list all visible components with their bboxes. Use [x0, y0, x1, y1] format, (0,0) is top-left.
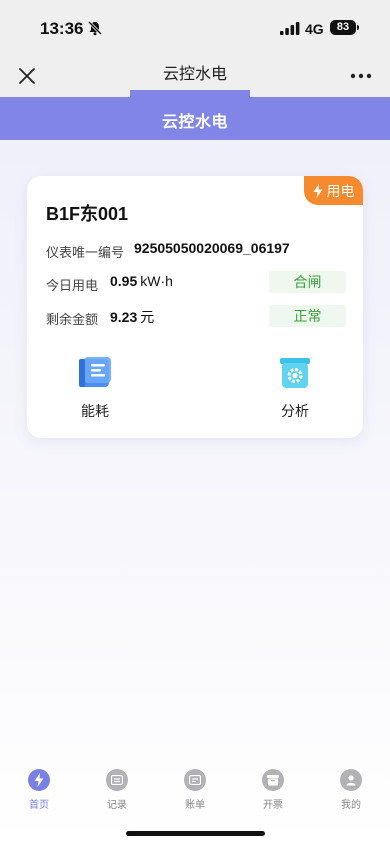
today-usage-number: 0.95 [110, 273, 138, 289]
nav-title: 云控水电 [162, 66, 227, 83]
tab-home-label: 首页 [29, 800, 49, 811]
battery-icon: 83 [330, 20, 356, 35]
tab-bills[interactable]: 账单 [156, 760, 234, 816]
analysis-label: 分析 [281, 403, 309, 419]
bolt-icon [313, 183, 322, 198]
balance-label: 剩余金额 [46, 312, 99, 327]
bill-icon [184, 769, 206, 791]
balance-value: 9.23 元 [110, 307, 154, 327]
app-screen: 13:36 4G 83 云控水电 云控水电 用电 B1F东001 仪表唯一编号 … [0, 0, 390, 845]
meter-card[interactable]: 用电 B1F东001 仪表唯一编号 92505050020069_06197 今… [27, 176, 363, 438]
signal-icon [280, 22, 300, 35]
header-tab-accent [130, 90, 250, 98]
tab-bar: 首页 记录 账单 开票 我的 [0, 760, 390, 816]
switch-status-badge: 合闸 [269, 271, 346, 293]
analysis-button[interactable]: 分析 [255, 356, 335, 420]
status-bar: 13:36 4G 83 [0, 0, 390, 54]
today-usage-unit: kW·h [140, 273, 173, 289]
balance-unit: 元 [140, 309, 155, 325]
type-badge: 用电 [304, 176, 363, 205]
energy-document-icon [79, 357, 111, 387]
today-usage-label: 今日用电 [46, 278, 99, 293]
energy-label: 能耗 [81, 403, 109, 419]
analysis-gear-icon [280, 358, 310, 388]
balance-row: 剩余金额 9.23 元 正常 [46, 305, 346, 327]
type-badge-label: 用电 [326, 182, 355, 199]
today-usage-value: 0.95 kW·h [110, 273, 173, 289]
meter-id-row: 仪表唯一编号 92505050020069_06197 [46, 238, 346, 260]
tab-mine[interactable]: 我的 [312, 760, 390, 816]
user-icon [340, 769, 362, 791]
network-label: 4G [305, 21, 324, 37]
status-time: 13:36 [40, 19, 84, 38]
tab-home[interactable]: 首页 [0, 760, 78, 816]
home-bolt-icon [28, 769, 50, 791]
tab-mine-label: 我的 [341, 800, 361, 811]
more-icon[interactable] [346, 63, 376, 89]
tab-invoice[interactable]: 开票 [234, 760, 312, 816]
balance-number: 9.23 [110, 309, 138, 325]
tab-records[interactable]: 记录 [78, 760, 156, 816]
account-status-badge: 正常 [269, 305, 346, 327]
home-indicator[interactable] [126, 831, 265, 836]
tab-bills-label: 账单 [185, 800, 205, 811]
battery-tip [357, 25, 359, 30]
tab-invoice-label: 开票 [263, 800, 283, 811]
meter-id-label: 仪表唯一编号 [46, 245, 125, 260]
energy-button[interactable]: 能耗 [55, 356, 135, 420]
tab-records-label: 记录 [107, 800, 127, 811]
page-title: 云控水电 [161, 114, 228, 131]
meter-id-value: 92505050020069_06197 [134, 240, 290, 256]
bell-slash-icon [87, 20, 103, 36]
meter-name: B1F东001 [46, 204, 129, 224]
record-icon [106, 769, 128, 791]
page-header: 云控水电 [0, 90, 390, 140]
today-usage-row: 今日用电 0.95 kW·h 合闸 [46, 271, 346, 293]
invoice-box-icon [262, 769, 284, 791]
